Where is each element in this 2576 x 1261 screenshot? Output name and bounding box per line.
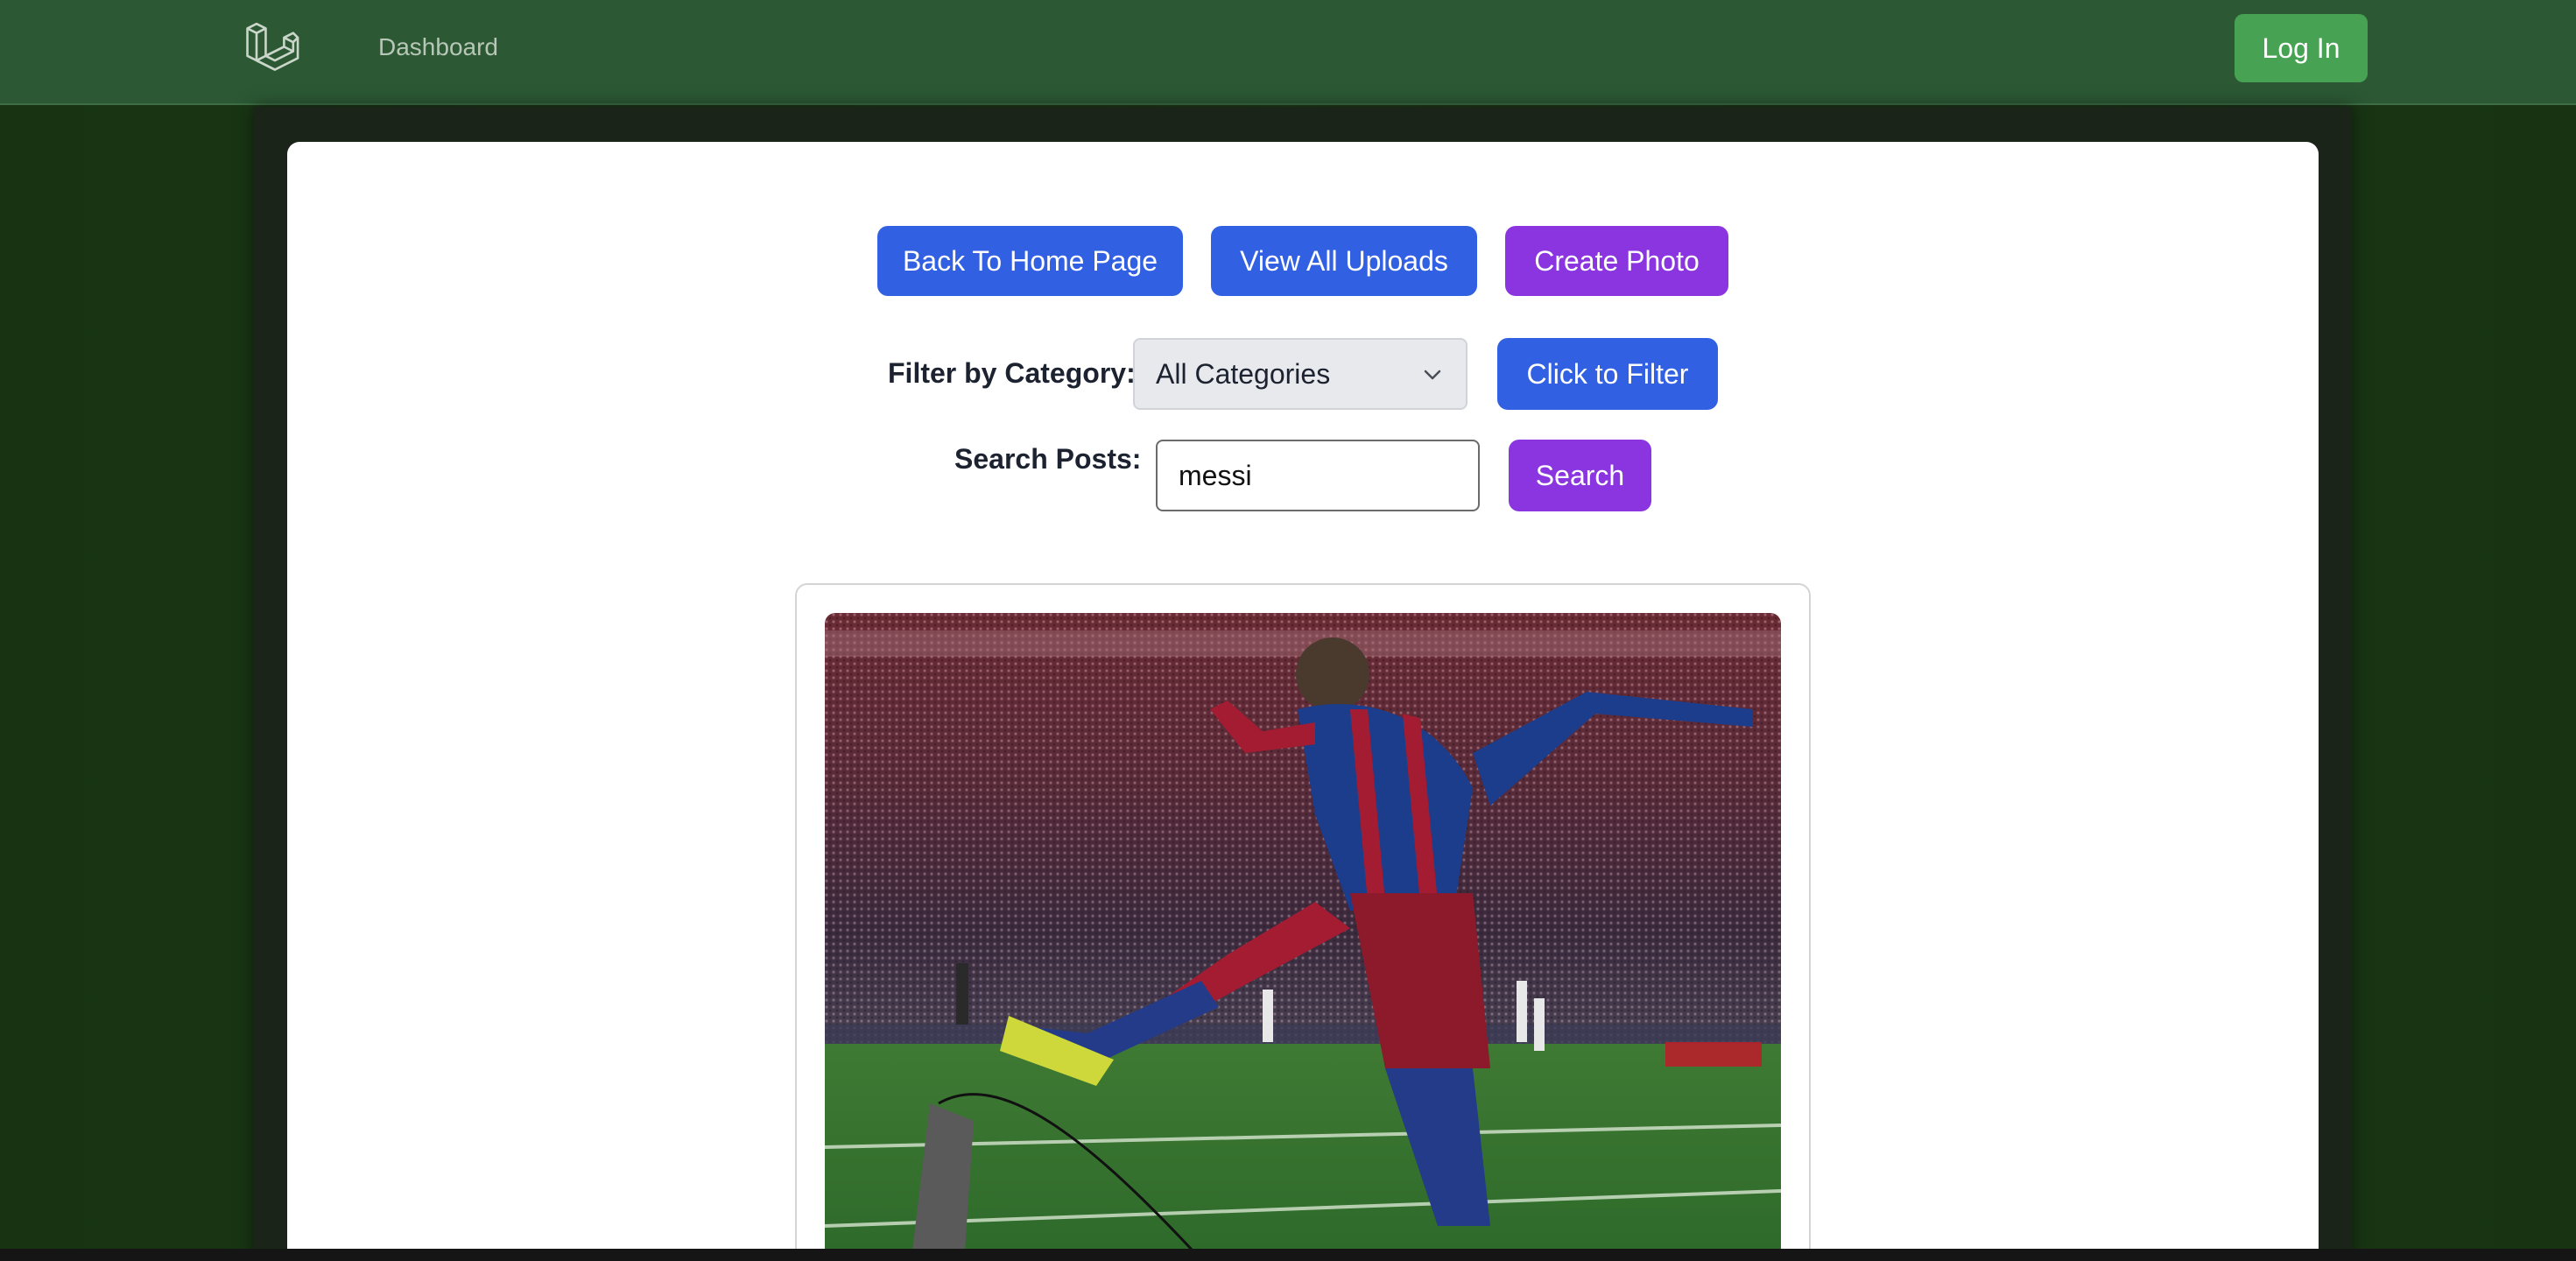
category-select-value: All Categories <box>1156 357 1331 390</box>
view-all-uploads-button[interactable]: View All Uploads <box>1211 226 1477 296</box>
search-posts-label: Search Posts: <box>954 443 1142 475</box>
login-button[interactable]: Log In <box>2235 14 2368 82</box>
post-photo[interactable] <box>825 613 1781 1250</box>
laravel-logo-icon[interactable] <box>242 19 301 79</box>
create-photo-button[interactable]: Create Photo <box>1505 226 1728 296</box>
search-input[interactable] <box>1156 440 1480 511</box>
chevron-down-icon <box>1424 370 1441 380</box>
click-to-filter-button[interactable]: Click to Filter <box>1497 338 1718 410</box>
nav-dashboard-link[interactable]: Dashboard <box>378 33 498 61</box>
top-navbar: Dashboard Log In <box>0 0 2576 105</box>
football-player-image <box>825 613 1781 1250</box>
back-to-home-button[interactable]: Back To Home Page <box>877 226 1183 296</box>
filter-category-label: Filter by Category: <box>888 357 1136 389</box>
category-select[interactable]: All Categories <box>1133 338 1467 410</box>
bottom-edge <box>0 1249 2576 1261</box>
search-button[interactable]: Search <box>1509 440 1651 511</box>
